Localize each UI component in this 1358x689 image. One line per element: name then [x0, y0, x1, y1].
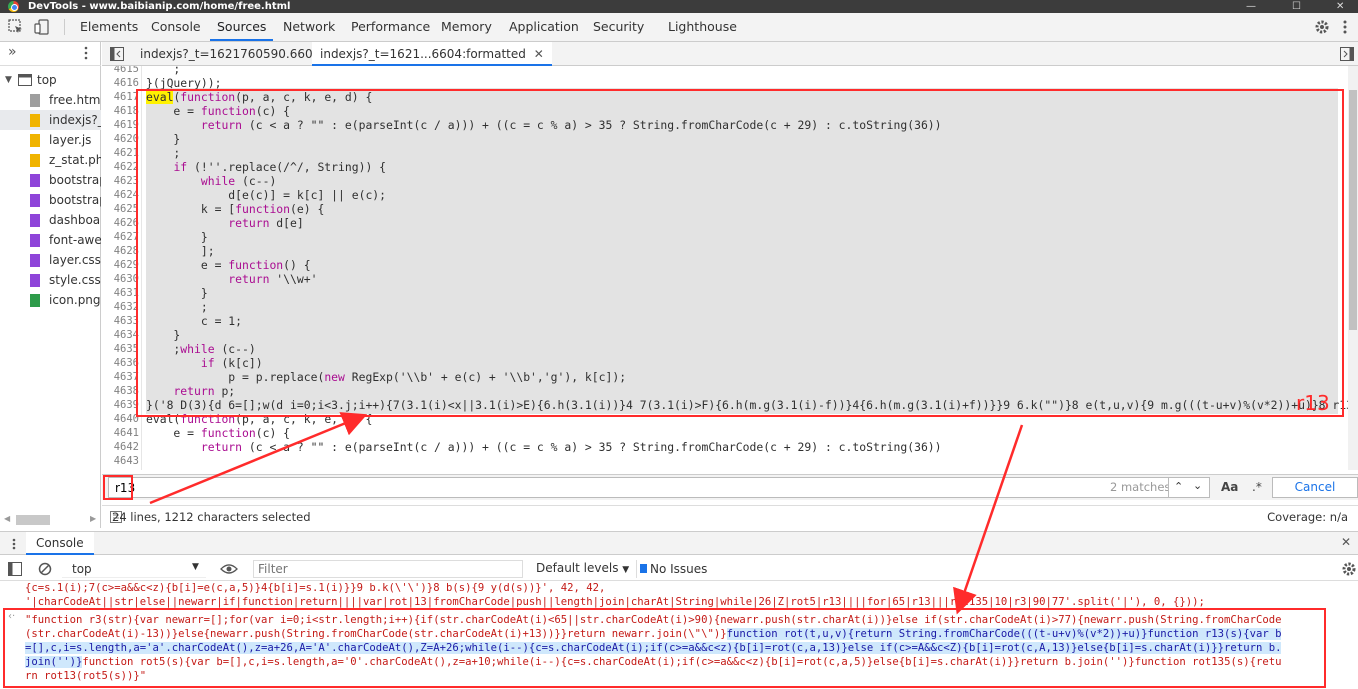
- annotation-arrows: [149, 412, 1024, 615]
- annotation-arrow-to-console: [953, 424, 1024, 615]
- annotation-arrow-to-code: [149, 412, 368, 505]
